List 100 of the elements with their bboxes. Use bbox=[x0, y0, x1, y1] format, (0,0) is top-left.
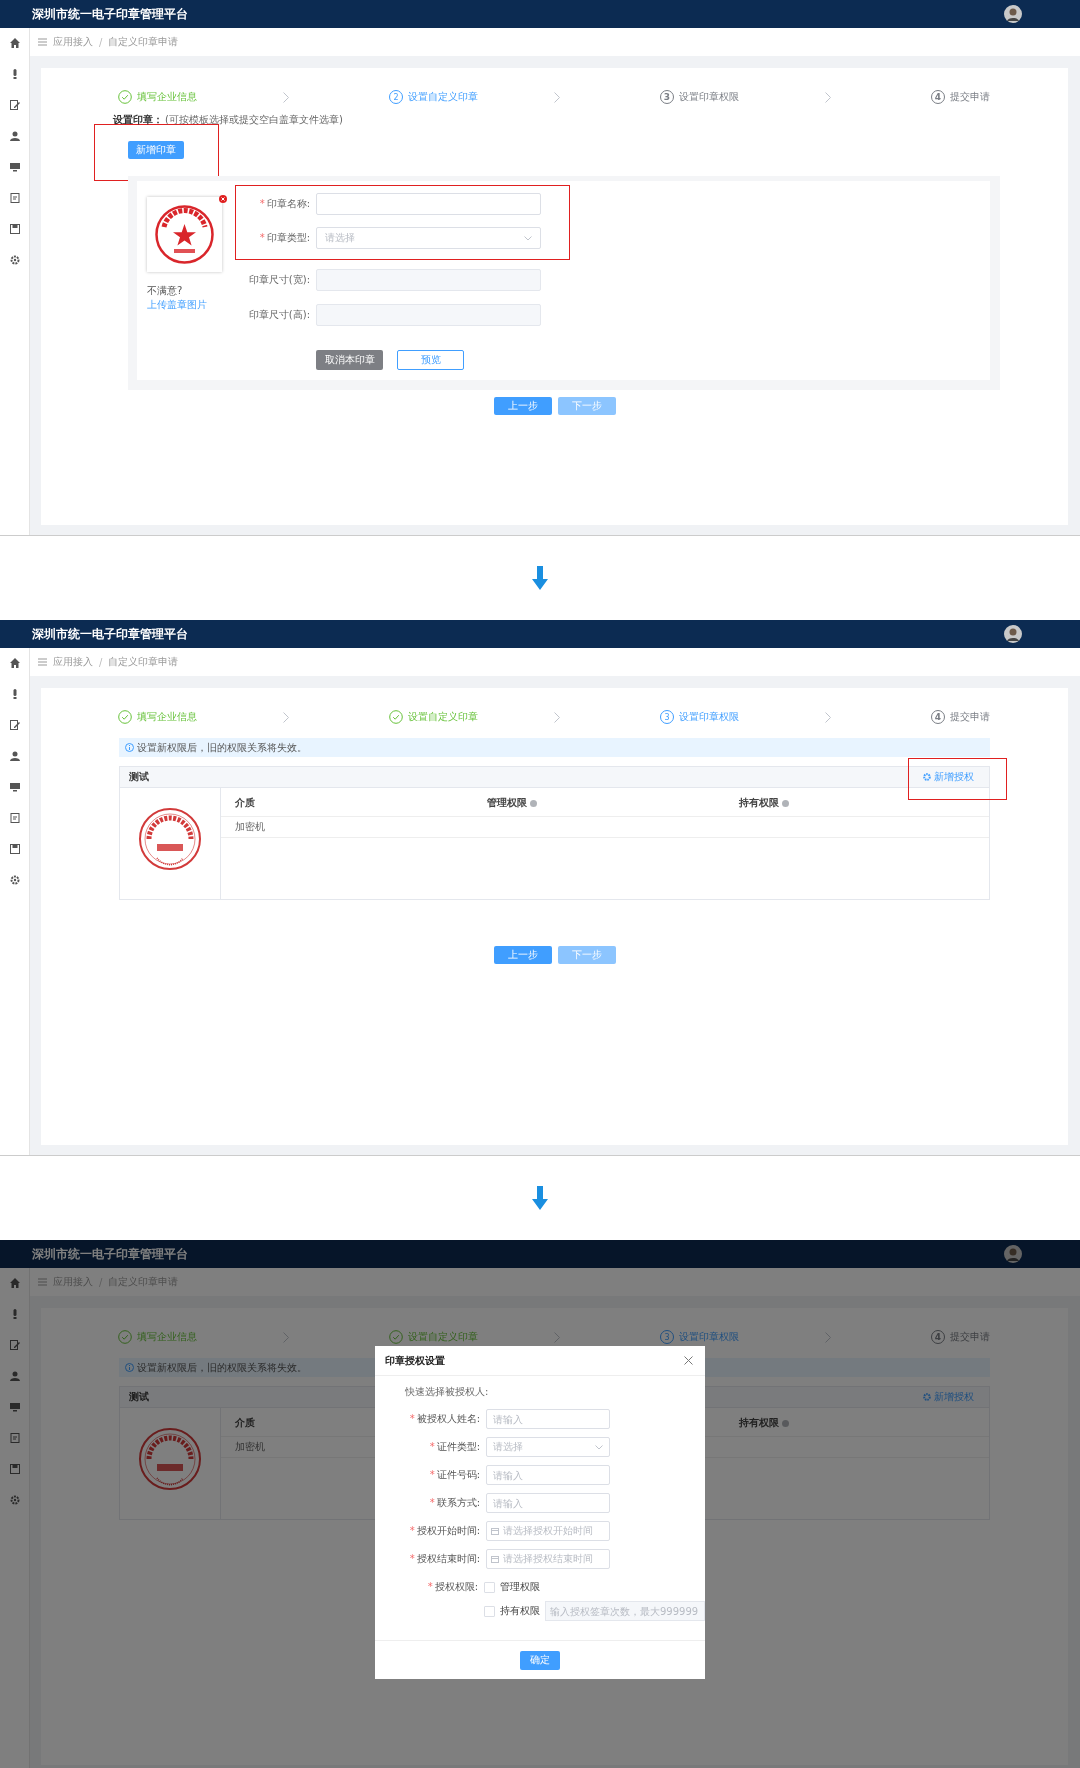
field-label: 印章尺寸(宽): bbox=[247, 273, 310, 287]
home-icon[interactable] bbox=[9, 38, 20, 48]
field-label: 印章尺寸(高): bbox=[247, 308, 310, 322]
caret-icon bbox=[524, 235, 532, 241]
close-icon[interactable] bbox=[684, 1356, 693, 1365]
add-authorization-link[interactable]: 新增授权 bbox=[923, 1390, 974, 1404]
field-label: * 印章类型: bbox=[258, 231, 310, 245]
date-field[interactable]: 请选择授权结束时间 bbox=[486, 1549, 610, 1569]
step-label[interactable]: 提交申请 bbox=[950, 710, 990, 724]
user-icon[interactable] bbox=[9, 131, 20, 141]
step-label[interactable]: 提交申请 bbox=[950, 90, 990, 104]
edit-icon[interactable] bbox=[9, 100, 20, 110]
date-field[interactable]: 请选择授权开始时间 bbox=[486, 1521, 610, 1541]
edit-icon[interactable] bbox=[9, 1340, 20, 1350]
checkbox-label[interactable]: 持有权限 bbox=[500, 1604, 540, 1618]
field-label: * 授权结束时间: bbox=[408, 1552, 480, 1566]
chevron-right-icon bbox=[554, 91, 560, 103]
preview-button[interactable]: 预览 bbox=[397, 350, 464, 370]
document-icon[interactable] bbox=[9, 1433, 20, 1443]
step-label[interactable]: 填写企业信息 bbox=[137, 710, 197, 724]
input-field[interactable]: 请输入 bbox=[486, 1409, 610, 1429]
field-label: * 被授权人姓名: bbox=[408, 1412, 480, 1426]
input-field[interactable] bbox=[316, 193, 541, 215]
card-title: 测试 bbox=[129, 770, 149, 784]
step-label[interactable]: 设置自定义印章 bbox=[408, 1330, 478, 1344]
required-mark: * bbox=[429, 1441, 435, 1452]
select-field[interactable]: 请选择 bbox=[316, 227, 541, 249]
document-icon[interactable] bbox=[9, 813, 20, 823]
arrow-down-icon bbox=[532, 566, 548, 590]
chevron-right-icon bbox=[554, 711, 560, 723]
breadcrumb-separator: / bbox=[99, 1276, 103, 1288]
field-label: * 证件号码: bbox=[428, 1468, 480, 1482]
step-label[interactable]: 设置印章权限 bbox=[679, 710, 739, 724]
settings-icon[interactable] bbox=[9, 1495, 20, 1505]
column-header: 持有权限 bbox=[739, 796, 779, 810]
input-field[interactable]: 请输入 bbox=[486, 1465, 610, 1485]
add-seal-button[interactable]: 新增印章 bbox=[128, 141, 184, 159]
breadcrumb-link[interactable]: 应用接入 bbox=[53, 35, 93, 49]
info-icon bbox=[125, 743, 134, 752]
monitor-icon[interactable] bbox=[9, 1402, 20, 1412]
save-icon[interactable] bbox=[9, 844, 20, 854]
breadcrumb-separator: / bbox=[99, 656, 103, 668]
remove-icon[interactable] bbox=[219, 195, 227, 203]
notice-text: 设置新权限后，旧的权限关系将失效。 bbox=[137, 1360, 307, 1375]
column-header: 介质 bbox=[235, 796, 255, 810]
quick-select-label: 快速选择被授权人: bbox=[404, 1385, 490, 1399]
cancel-seal-button[interactable]: 取消本印章 bbox=[316, 350, 383, 370]
monitor-icon[interactable] bbox=[9, 782, 20, 792]
user-icon[interactable] bbox=[9, 1371, 20, 1381]
breadcrumb-link[interactable]: 应用接入 bbox=[53, 655, 93, 669]
chevron-right-icon bbox=[825, 1331, 831, 1343]
previous-button[interactable]: 上一步 bbox=[493, 397, 552, 415]
settings-icon[interactable] bbox=[9, 875, 20, 885]
checkbox[interactable] bbox=[484, 1605, 495, 1617]
required-mark: * bbox=[409, 1553, 415, 1564]
select-field[interactable]: 请选择 bbox=[486, 1437, 610, 1457]
field-label: * 授权权限: bbox=[426, 1580, 478, 1594]
home-icon[interactable] bbox=[9, 658, 20, 668]
checkbox[interactable] bbox=[484, 1581, 495, 1593]
required-mark: * bbox=[259, 232, 265, 243]
confirm-button[interactable]: 确定 bbox=[520, 1650, 560, 1670]
step-label[interactable]: 填写企业信息 bbox=[137, 90, 197, 104]
chevron-right-icon bbox=[825, 91, 831, 103]
field-label: * 证件类型: bbox=[428, 1440, 480, 1454]
notice-text: 设置新权限后，旧的权限关系将失效。 bbox=[137, 740, 307, 755]
add-authorization-link[interactable]: 新增授权 bbox=[923, 770, 974, 784]
column-header: 管理权限 bbox=[487, 796, 527, 810]
avatar-icon[interactable] bbox=[1004, 5, 1022, 23]
settings-icon[interactable] bbox=[9, 255, 20, 265]
column-header: 介质 bbox=[235, 1416, 255, 1430]
section-label: 设置印章： bbox=[113, 112, 163, 127]
calendar-icon bbox=[491, 1527, 499, 1535]
save-icon[interactable] bbox=[9, 224, 20, 234]
avatar-icon[interactable] bbox=[1004, 625, 1022, 643]
input-field[interactable]: 请输入 bbox=[486, 1493, 610, 1513]
step-label[interactable]: 设置自定义印章 bbox=[408, 90, 478, 104]
app-title: 深圳市统一电子印章管理平台 bbox=[32, 625, 188, 643]
column-header: 持有权限 bbox=[739, 1416, 779, 1430]
checkbox-label[interactable]: 管理权限 bbox=[500, 1580, 540, 1594]
gear-icon bbox=[923, 773, 931, 781]
upload-link[interactable]: 上传盖章图片 bbox=[147, 299, 207, 310]
required-mark: * bbox=[429, 1469, 435, 1480]
card-title: 测试 bbox=[129, 1390, 149, 1404]
step-label[interactable]: 提交申请 bbox=[950, 1330, 990, 1344]
edit-icon[interactable] bbox=[9, 720, 20, 730]
step-label[interactable]: 填写企业信息 bbox=[137, 1330, 197, 1344]
step-label[interactable]: 设置印章权限 bbox=[679, 1330, 739, 1344]
app-title: 深圳市统一电子印章管理平台 bbox=[32, 5, 188, 23]
previous-button[interactable]: 上一步 bbox=[493, 946, 552, 964]
step-label[interactable]: 设置印章权限 bbox=[679, 90, 739, 104]
user-icon[interactable] bbox=[9, 751, 20, 761]
chevron-right-icon bbox=[283, 91, 289, 103]
required-mark: * bbox=[427, 1581, 433, 1592]
step-label[interactable]: 设置自定义印章 bbox=[408, 710, 478, 724]
field-label: * 印章名称: bbox=[258, 197, 310, 211]
monitor-icon[interactable] bbox=[9, 162, 20, 172]
document-icon[interactable] bbox=[9, 193, 20, 203]
save-icon[interactable] bbox=[9, 1464, 20, 1474]
breadcrumb-current: 自定义印章申请 bbox=[108, 35, 179, 49]
home-icon[interactable] bbox=[9, 1278, 20, 1288]
